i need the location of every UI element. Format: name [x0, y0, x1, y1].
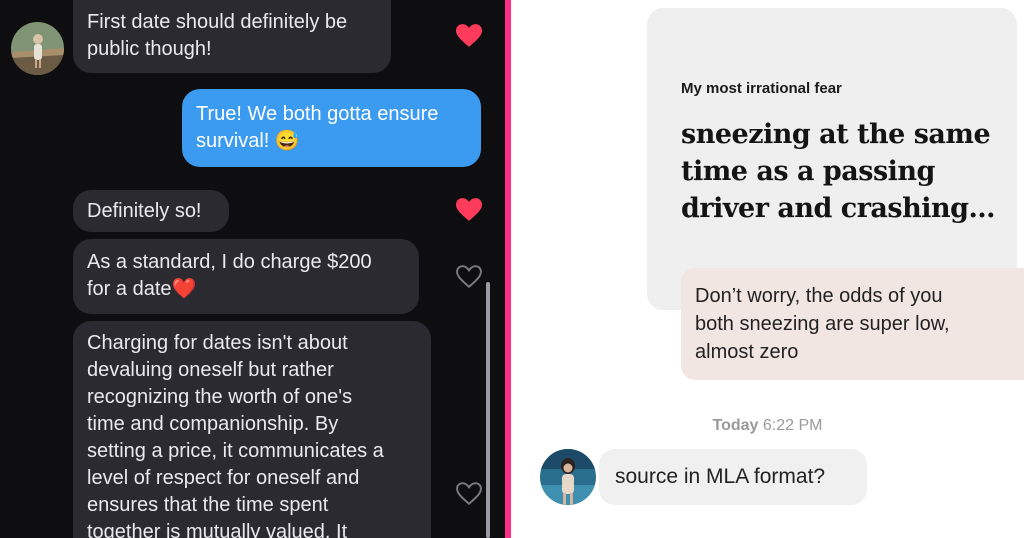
message-bubble-received[interactable]: Definitely so!	[73, 190, 229, 232]
heart-outline-icon[interactable]	[456, 265, 482, 289]
heart-liked-icon[interactable]	[456, 24, 482, 48]
match-avatar[interactable]	[540, 449, 596, 505]
message-line: recognizing the worth of one's	[87, 386, 353, 408]
message-line: time and companionship. By	[87, 413, 339, 435]
heart-liked-icon[interactable]	[456, 198, 482, 222]
prompt-answer: sneezing at the same time as a passing d…	[681, 116, 1001, 227]
prompt-answer-line: sneezing at the same	[681, 119, 991, 150]
message-line: public though!	[87, 38, 212, 60]
message-bubble-received[interactable]: Charging for dates isn't about devaluing…	[73, 321, 431, 538]
reply-bubble[interactable]: Don’t worry, the odds of you both sneezi…	[681, 268, 1024, 380]
timestamp-day: Today	[712, 417, 759, 434]
message-bubble-sent[interactable]: True! We both gotta ensure survival! 😅	[182, 89, 481, 167]
message-bubble-received[interactable]: As a standard, I do charge $200 for a da…	[73, 239, 419, 314]
prompt-answer-line: time as a passing	[681, 156, 935, 187]
message-line: Charging for dates isn't about	[87, 332, 348, 354]
left-chat-panel: First date should definitely be public t…	[0, 0, 505, 538]
message-line: together is mutually valued. It	[87, 521, 348, 538]
scrollbar[interactable]	[486, 282, 490, 538]
message-line: ensures that the time spent	[87, 494, 329, 516]
message-line: devaluing oneself but rather	[87, 359, 334, 381]
right-chat-panel: My most irrational fear sneezing at the …	[511, 0, 1024, 538]
message-bubble-received[interactable]: First date should definitely be public t…	[73, 0, 391, 73]
message-line: for a date❤️	[87, 278, 197, 300]
message-line: As a standard, I do charge $200	[87, 251, 372, 273]
prompt-answer-line: driver and crashing…	[681, 193, 996, 224]
message-line: setting a price, it communicates a	[87, 440, 384, 462]
reply-line: Don’t worry, the odds of you	[695, 285, 943, 307]
message-bubble-received[interactable]: source in MLA format?	[599, 449, 867, 505]
message-line: level of respect for oneself and	[87, 467, 360, 489]
reply-line: both sneezing are super low,	[695, 313, 950, 335]
timestamp-time: 6:22 PM	[762, 417, 823, 434]
timestamp: Today 6:22 PM	[511, 417, 1024, 435]
prompt-card[interactable]: My most irrational fear sneezing at the …	[647, 8, 1017, 310]
message-line: survival! 😅	[196, 130, 300, 152]
prompt-label: My most irrational fear	[681, 80, 842, 97]
message-line: True! We both gotta ensure	[196, 103, 439, 125]
message-line: Definitely so!	[87, 200, 202, 222]
reply-line: almost zero	[695, 341, 799, 363]
contact-avatar[interactable]	[11, 22, 64, 75]
heart-outline-icon[interactable]	[456, 482, 482, 506]
message-line: First date should definitely be	[87, 11, 348, 33]
